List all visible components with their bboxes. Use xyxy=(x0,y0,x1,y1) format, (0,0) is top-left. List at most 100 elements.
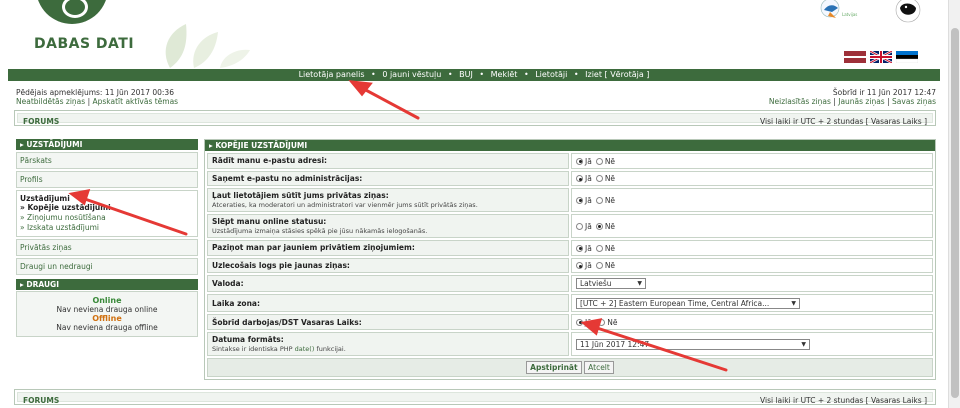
estonian-flag-icon[interactable] xyxy=(896,51,918,63)
setting-hint: Sintakse ir identiska PHP date() funkcij… xyxy=(212,345,346,353)
date-format-select[interactable]: 11 Jūn 2017 12:47 ▼ xyxy=(576,338,810,350)
reset-button[interactable]: Atcelt xyxy=(584,361,614,374)
friends-panel: ▸ DRAUGI Online Nav neviena drauga onlin… xyxy=(16,279,198,337)
setting-row-timezone: Laika zona: [UTC + 2] Eastern European T… xyxy=(207,294,933,312)
no-radio[interactable] xyxy=(595,157,603,165)
setting-label-cell: Datuma formāts: Sintakse ir identiska PH… xyxy=(207,332,569,356)
sidebar-sub-display[interactable]: » Izskata uzstādījumi xyxy=(20,223,194,233)
scrollbar-thumb[interactable] xyxy=(951,28,959,398)
sidebar-settings-label[interactable]: Uzstādījumi xyxy=(20,194,194,203)
setting-label: Valoda: xyxy=(212,279,244,288)
setting-label-cell: Rādīt manu e-pastu adresi: xyxy=(207,153,569,169)
setting-label: Slēpt manu online statusu: xyxy=(212,217,327,226)
yes-radio[interactable] xyxy=(576,196,583,204)
nav-separator: • xyxy=(523,70,529,79)
setting-label: Uzlecošais logs pie jaunas ziņas: xyxy=(212,260,350,270)
site-logo-text[interactable]: DABAS DATI xyxy=(34,36,134,52)
submit-button[interactable]: Apstiprināt xyxy=(526,361,582,374)
sidebar-item-profile[interactable]: Profils xyxy=(16,171,198,188)
nav-separator: • xyxy=(573,70,579,79)
online-empty-text: Nav neviena drauga online xyxy=(56,305,158,314)
no-radio[interactable] xyxy=(595,262,603,269)
setting-label: Saņemt e-pastu no administrācijas: xyxy=(212,173,363,183)
nav-separator: • xyxy=(479,70,485,79)
settings-panel-header: ▸ UZSTĀDĪJUMI xyxy=(16,139,198,150)
form-buttons-cell: Apstiprināt Atcelt xyxy=(207,358,933,377)
uk-flag-icon[interactable] xyxy=(870,51,892,63)
nav-logout[interactable]: Iziet [ Vērotāja ] xyxy=(585,70,649,79)
no-radio[interactable] xyxy=(595,175,603,182)
language-select[interactable]: Latviešu ▼ xyxy=(576,278,646,289)
nav-new-messages[interactable]: 0 jauni vēstuļu xyxy=(382,70,441,79)
leaves-decoration-icon xyxy=(165,24,250,68)
chevron-down-icon: ▼ xyxy=(637,280,642,287)
no-radio[interactable] xyxy=(595,222,603,230)
forums-link[interactable]: FORUMS xyxy=(23,117,59,126)
unread-posts-link[interactable]: Neizlasītās ziņas xyxy=(769,97,831,106)
no-radio[interactable] xyxy=(595,196,603,204)
settings-table: Rādīt manu e-pastu adresi: Jā Nē Saņemt e-p… xyxy=(205,151,935,379)
setting-label-cell: Šobrīd darbojas/DST Vasaras Laiks: xyxy=(207,314,569,330)
yes-radio[interactable] xyxy=(576,175,583,182)
sidebar-sub-general[interactable]: » Kopējie uzstādījumi xyxy=(20,203,194,213)
setting-label-cell: Slēpt manu online statusu: Uzstādījuma iz… xyxy=(207,214,569,238)
friends-panel-body: Online Nav neviena drauga online Offline… xyxy=(16,291,198,337)
forums-link[interactable]: FORUMS xyxy=(23,396,59,405)
timezone-select[interactable]: [UTC + 2] Eastern European Time, Central… xyxy=(576,297,800,309)
sidebar-item-friends-foes[interactable]: Draugi un nedraugi xyxy=(16,258,198,275)
radio-label-yes: Jā xyxy=(585,156,592,166)
logo-icon[interactable] xyxy=(36,0,108,24)
language-select-value: Latviešu xyxy=(580,279,612,288)
radio-label-yes: Jā xyxy=(585,243,592,253)
setting-hint: Uzstādījuma izmaiņa stāsies spēkā pie jū… xyxy=(212,227,428,235)
page-scrollbar[interactable] xyxy=(948,0,960,408)
radio-label-no: Nē xyxy=(607,317,618,327)
own-posts-link[interactable]: Savas ziņas xyxy=(892,97,936,106)
no-radio[interactable] xyxy=(595,244,603,252)
radio-label-no: Nē xyxy=(604,174,616,183)
radio-label-no: Nē xyxy=(604,156,616,166)
nav-user-panel[interactable]: Lietotāja panelis xyxy=(299,70,365,79)
online-heading: Online xyxy=(92,296,122,305)
sidebar-item-overview[interactable]: Pārskats xyxy=(16,152,198,169)
general-settings-header: ▸ KOPĒJIE UZSTĀDĪJUMI xyxy=(205,140,935,151)
sidebar-item-private-messages[interactable]: Privātās ziņas xyxy=(16,239,198,256)
nav-search[interactable]: Meklēt xyxy=(491,70,518,79)
nav-faq[interactable]: BUJ xyxy=(459,70,473,79)
nav-members[interactable]: Lietotāji xyxy=(535,70,567,79)
radio-label-yes: Jā xyxy=(585,195,592,205)
dst-yes-radio[interactable] xyxy=(576,318,583,326)
setting-label: Ļaut lietotājiem sūtīt jums privātas ziņ… xyxy=(212,191,389,200)
setting-label-cell: Saņemt e-pastu no administrācijas: xyxy=(207,170,569,186)
yes-radio[interactable] xyxy=(576,157,583,165)
unanswered-posts-link[interactable]: Neatbildētās ziņas xyxy=(16,97,85,106)
chevron-down-icon: ▼ xyxy=(801,340,806,348)
active-topics-link[interactable]: Apskatīt aktīvās tēmas xyxy=(92,97,178,106)
general-settings-title: KOPĒJIE UZSTĀDĪJUMI xyxy=(215,141,308,150)
setting-label: Paziņot man par jauniem privātiem ziņoju… xyxy=(212,243,415,253)
timezone-notice: Visi laiki ir UTC + 2 stundas [ Vasaras … xyxy=(760,396,927,405)
offline-empty-text: Nav neviena drauga offline xyxy=(56,323,158,332)
forums-breadcrumb-bottom: FORUMS Visi laiki ir UTC + 2 stundas [ V… xyxy=(14,389,936,405)
forums-breadcrumb-top: FORUMS Visi laiki ir UTC + 2 stundas [ V… xyxy=(14,110,936,126)
forums-breadcrumb-inner: FORUMS Visi laiki ir UTC + 2 stundas [ V… xyxy=(17,392,933,405)
yes-radio[interactable] xyxy=(576,262,583,269)
chevron-down-icon: ▼ xyxy=(791,299,796,307)
setting-value-cell: Jā Nē xyxy=(571,314,933,330)
php-date-link[interactable]: date() xyxy=(295,345,315,353)
sidebar-sub-notifications[interactable]: » Ziņojumu nosūtīšana xyxy=(20,213,194,223)
latvian-flag-icon[interactable] xyxy=(844,51,866,63)
setting-value-cell: Jā Nē xyxy=(571,214,933,238)
yes-radio[interactable] xyxy=(576,244,583,252)
setting-value-cell: [UTC + 2] Eastern European Time, Central… xyxy=(571,294,933,312)
radio-label-no: Nē xyxy=(604,261,616,270)
new-posts-link[interactable]: Jaunās ziņas xyxy=(838,97,884,106)
yes-radio[interactable] xyxy=(576,222,583,230)
setting-label: Rādīt manu e-pastu adresi: xyxy=(212,156,328,166)
partner-fund-logo-icon[interactable] xyxy=(884,0,924,26)
setting-row: Slēpt manu online statusu: Uzstādījuma iz… xyxy=(207,214,933,238)
partner-bird-logo-icon[interactable]: Latvijas xyxy=(820,0,864,22)
timezone-select-value: [UTC + 2] Eastern European Time, Central… xyxy=(580,298,770,308)
radio-label-no: Nē xyxy=(604,195,616,205)
dst-no-radio[interactable] xyxy=(598,318,606,326)
